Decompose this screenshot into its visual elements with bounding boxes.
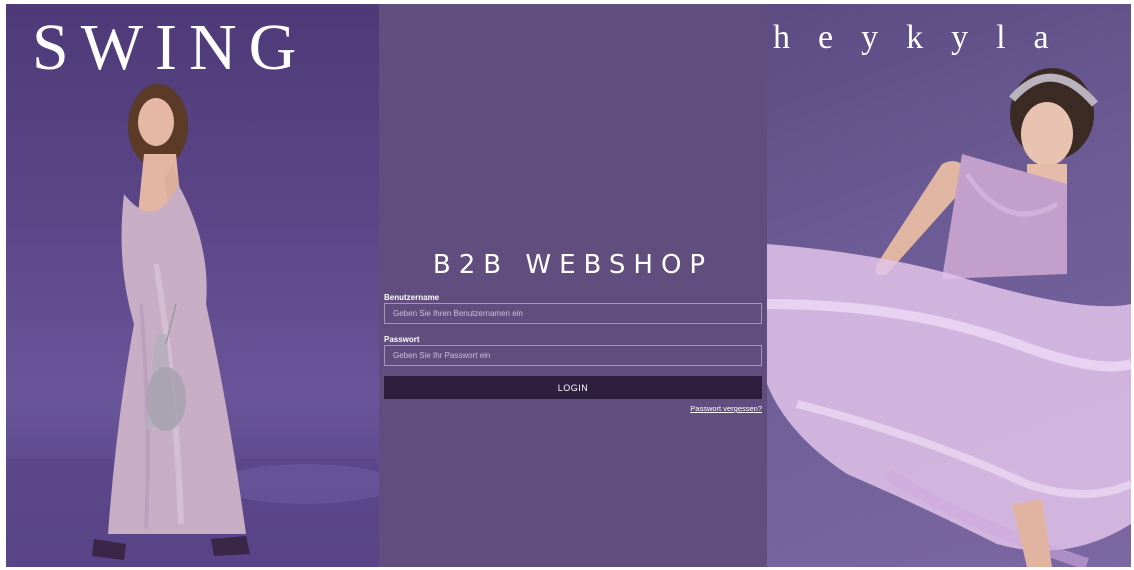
swing-model-photo bbox=[6, 84, 379, 567]
swing-logo: SWING bbox=[32, 11, 309, 84]
heykyla-logo: heykyla bbox=[773, 19, 1077, 56]
page-title: B2B WEBSHOP bbox=[432, 250, 714, 280]
swing-brand-panel: SWING bbox=[6, 4, 379, 567]
password-label: Passwort bbox=[384, 335, 420, 344]
login-button[interactable]: LOGIN bbox=[384, 376, 762, 399]
password-input[interactable] bbox=[384, 345, 762, 366]
login-panel: B2B WEBSHOP Benutzername Passwort LOGIN … bbox=[379, 4, 767, 567]
heykyla-model-photo bbox=[767, 68, 1131, 567]
username-input[interactable] bbox=[384, 303, 762, 324]
username-label: Benutzername bbox=[384, 293, 440, 302]
heykyla-brand-panel: heykyla bbox=[767, 4, 1131, 567]
login-form: Benutzername Passwort LOGIN Passwort ver… bbox=[384, 292, 762, 413]
forgot-password-link[interactable]: Passwort vergessen? bbox=[384, 404, 762, 413]
